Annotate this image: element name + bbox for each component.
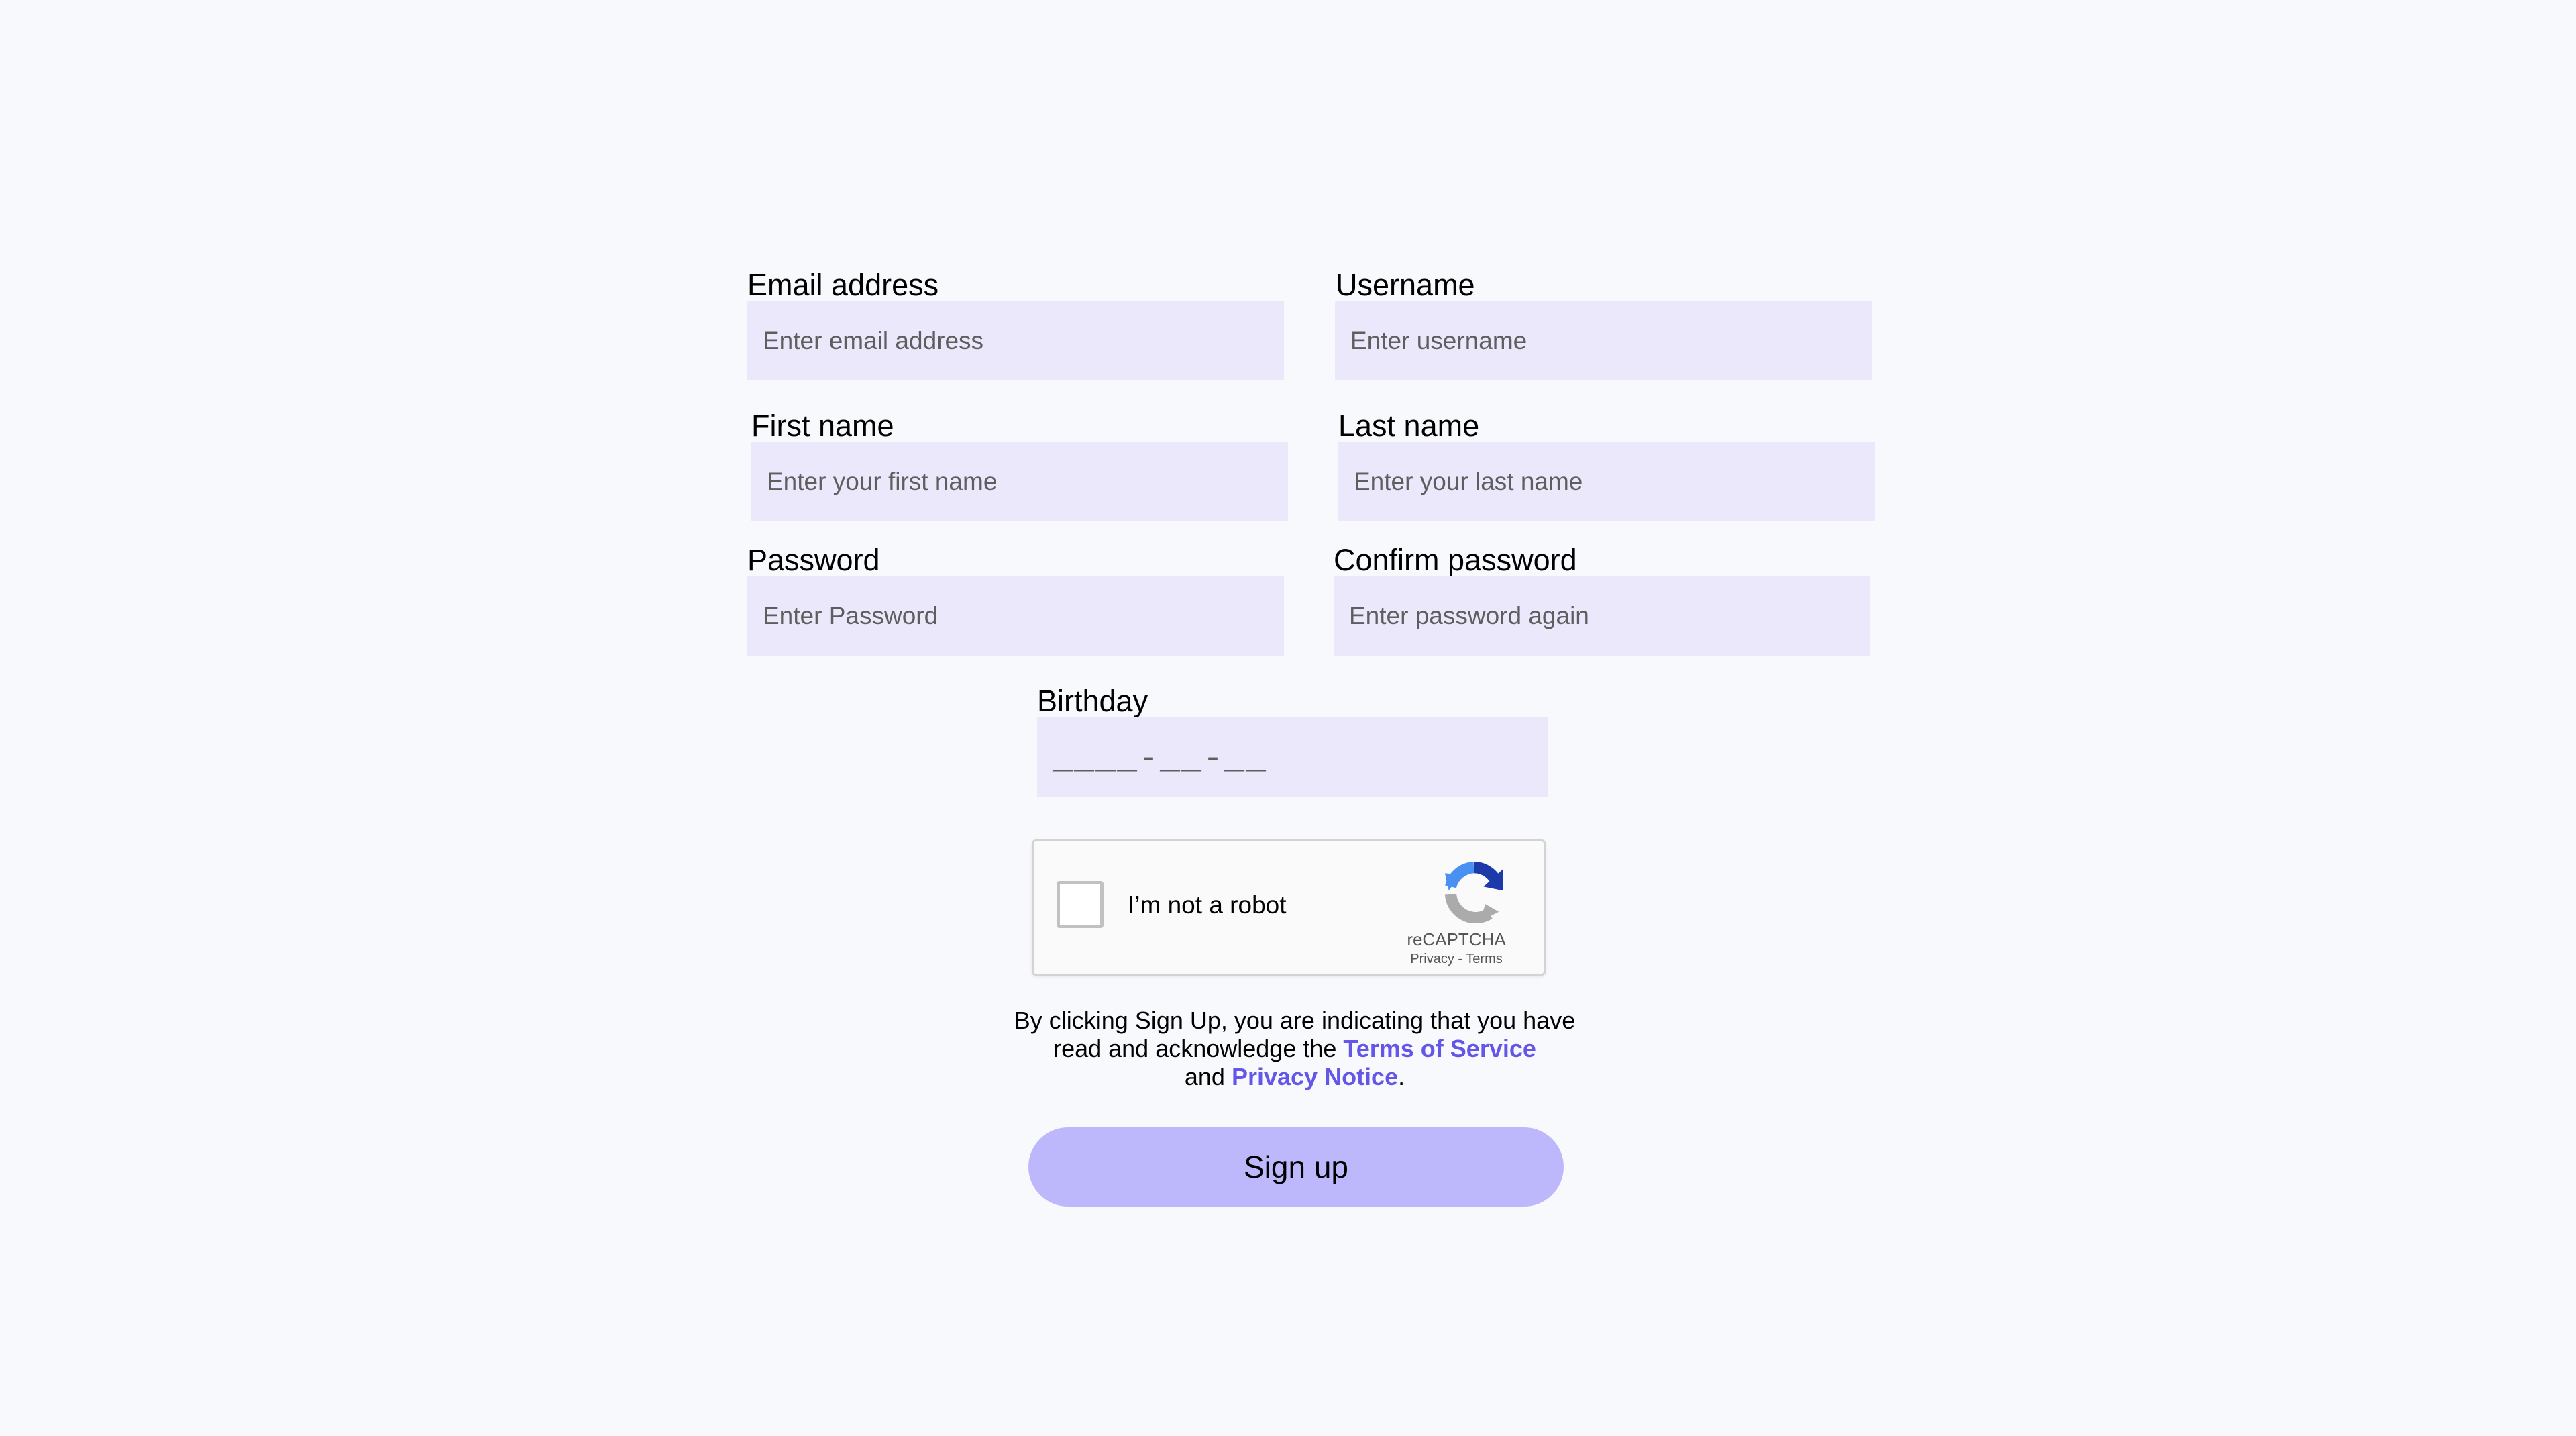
first-name-input[interactable] xyxy=(751,442,1288,521)
recaptcha-label: I’m not a robot xyxy=(1128,891,1287,919)
recaptcha-brand: reCAPTCHA xyxy=(1407,929,1506,950)
recaptcha-icon xyxy=(1444,862,1503,923)
recaptcha-checkbox[interactable] xyxy=(1057,881,1104,928)
terms-and: and xyxy=(1184,1063,1225,1090)
sign-up-button[interactable]: Sign up xyxy=(1028,1127,1564,1207)
recaptcha-terms-link[interactable]: Terms xyxy=(1466,952,1502,966)
last-name-label: Last name xyxy=(1338,409,1480,443)
password-label: Password xyxy=(747,543,880,577)
privacy-notice-link[interactable]: Privacy Notice xyxy=(1232,1063,1398,1090)
email-input[interactable] xyxy=(747,301,1284,380)
password-input[interactable] xyxy=(747,576,1284,656)
last-name-input[interactable] xyxy=(1338,442,1875,521)
birthday-mask: ____-__-__ xyxy=(1053,740,1268,778)
birthday-label: Birthday xyxy=(1037,684,1148,718)
email-label: Email address xyxy=(747,268,939,302)
username-label: Username xyxy=(1336,268,1475,302)
recaptcha-privacy-link[interactable]: Privacy xyxy=(1410,952,1454,966)
terms-of-service-link[interactable]: Terms of Service xyxy=(1343,1035,1536,1062)
terms-notice: By clicking Sign Up, you are indicating … xyxy=(1006,1007,1583,1091)
recaptcha-widget: I’m not a robot reCAPTCHA Privacy - Term… xyxy=(1032,839,1546,976)
confirm-password-label: Confirm password xyxy=(1334,543,1577,577)
first-name-label: First name xyxy=(751,409,894,443)
username-input[interactable] xyxy=(1335,301,1872,380)
recaptcha-separator: - xyxy=(1458,952,1463,966)
confirm-password-input[interactable] xyxy=(1334,576,1870,656)
recaptcha-links: Privacy - Terms xyxy=(1389,952,1523,967)
birthday-input[interactable]: ____-__-__ xyxy=(1037,717,1548,797)
terms-period: . xyxy=(1398,1063,1405,1090)
